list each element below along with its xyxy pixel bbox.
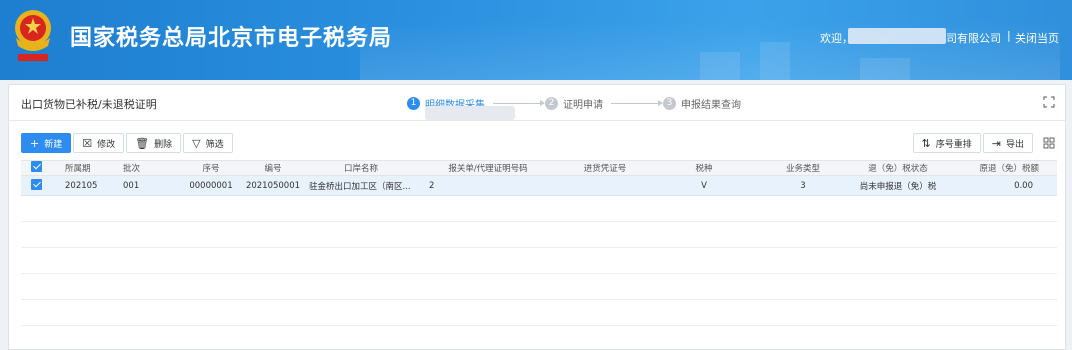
redacted-customs-number bbox=[425, 106, 515, 120]
step-connector bbox=[493, 99, 545, 106]
empty-row bbox=[21, 326, 1057, 350]
export-icon: ⇥ bbox=[991, 136, 1001, 150]
step-2-number: 2 bbox=[545, 96, 558, 110]
empty-row bbox=[21, 274, 1057, 300]
select-all-cell[interactable] bbox=[21, 161, 65, 175]
delete-button-label: 删除 bbox=[154, 139, 173, 150]
col-header-batch[interactable]: 批次 bbox=[123, 162, 179, 174]
filter-button[interactable]: ▽ 筛选 bbox=[183, 133, 233, 153]
cell-status: 尚未申报退（免）税 bbox=[859, 181, 937, 192]
export-button[interactable]: ⇥ 导出 bbox=[982, 133, 1033, 153]
company-name: 司有限公司 bbox=[946, 32, 1001, 45]
top-header: 国家税务总局北京市电子税务局 欢迎， 司有限公司 | 关闭当页 bbox=[0, 0, 1072, 80]
empty-row bbox=[21, 248, 1057, 274]
table-row[interactable]: 202105 001 00000001 2021050001 驻金桥出口加工区（… bbox=[21, 176, 1057, 196]
edit-button[interactable]: ☒ 修改 bbox=[73, 133, 125, 153]
select-all-checkbox[interactable] bbox=[31, 161, 42, 172]
trash-icon: 🗑 bbox=[135, 136, 150, 150]
delete-button[interactable]: 🗑 删除 bbox=[126, 133, 182, 153]
building-decoration bbox=[860, 58, 910, 80]
empty-row bbox=[21, 196, 1057, 222]
col-header-status[interactable]: 退（免）税状态 bbox=[851, 162, 945, 174]
col-header-customs-no[interactable]: 报关单/代理证明号码 bbox=[419, 162, 557, 174]
add-button-label: 新建 bbox=[44, 139, 63, 150]
step-2-label[interactable]: 证明申请 bbox=[563, 96, 603, 111]
building-decoration bbox=[760, 42, 790, 80]
redacted-user-name bbox=[848, 28, 946, 44]
filter-button-label: 筛选 bbox=[205, 139, 224, 150]
panel-header: 出口货物已补税/未退税证明 1 明细数据采集 2 证明申请 3 申报结果查询 bbox=[9, 85, 1065, 121]
close-page-link[interactable]: 关闭当页 bbox=[1015, 30, 1059, 46]
cell-port: 驻金桥出口加工区（南区... bbox=[309, 181, 411, 192]
site-title: 国家税务总局北京市电子税务局 bbox=[70, 26, 393, 51]
col-header-tax-type[interactable]: 税种 bbox=[653, 162, 755, 174]
filter-icon: ▽ bbox=[192, 136, 201, 150]
row-checkbox[interactable] bbox=[31, 178, 42, 190]
step-3-label[interactable]: 申报结果查询 bbox=[681, 96, 741, 111]
table-header: 所属期 批次 序号 编号 口岸名称 报关单/代理证明号码 进货凭证号 税种 业务… bbox=[21, 160, 1057, 176]
edit-button-label: 修改 bbox=[97, 139, 116, 150]
sort-icon: ⇅ bbox=[921, 136, 931, 150]
tax-emblem-icon bbox=[15, 10, 51, 61]
step-1-number: 1 bbox=[407, 96, 420, 110]
row-select-cell[interactable] bbox=[21, 178, 65, 193]
cell-period: 202105 bbox=[65, 180, 98, 191]
col-header-seq[interactable]: 序号 bbox=[179, 162, 243, 174]
toolbar-right: ⇅ 序号重排 ⇥ 导出 bbox=[912, 133, 1055, 153]
col-header-number[interactable]: 编号 bbox=[243, 162, 303, 174]
data-table: 所属期 批次 序号 编号 口岸名称 报关单/代理证明号码 进货凭证号 税种 业务… bbox=[21, 160, 1057, 350]
cell-tax-type: V bbox=[701, 180, 707, 191]
cell-number: 2021050001 bbox=[245, 180, 301, 191]
building-decoration bbox=[700, 52, 740, 80]
cell-biz-type: 3 bbox=[800, 180, 806, 191]
cell-seq: 00000001 bbox=[189, 180, 233, 191]
edit-icon: ☒ bbox=[82, 136, 93, 150]
col-header-biz-type[interactable]: 业务类型 bbox=[755, 162, 851, 174]
col-header-voucher-no[interactable]: 进货凭证号 bbox=[557, 162, 653, 174]
cell-batch: 001 bbox=[123, 180, 140, 191]
step-3-number: 3 bbox=[663, 96, 676, 110]
export-button-label: 导出 bbox=[1005, 139, 1024, 150]
toolbar: + 新建 ☒ 修改 🗑 删除 ▽ 筛选 bbox=[21, 133, 235, 153]
cell-customs-no: 2 bbox=[429, 180, 435, 191]
empty-row bbox=[21, 300, 1057, 326]
page-title: 出口货物已补税/未退税证明 bbox=[21, 98, 157, 111]
cell-amount: 0.00 bbox=[1014, 180, 1033, 191]
step-connector bbox=[611, 99, 663, 106]
col-header-period[interactable]: 所属期 bbox=[65, 162, 123, 174]
col-header-port[interactable]: 口岸名称 bbox=[303, 162, 419, 174]
reorder-button-label: 序号重排 bbox=[935, 139, 972, 150]
col-header-amount[interactable]: 原退（免）税额 bbox=[945, 162, 1039, 174]
empty-row bbox=[21, 222, 1057, 248]
header-separator: | bbox=[1007, 29, 1011, 42]
plus-icon: + bbox=[30, 136, 40, 150]
reorder-button[interactable]: ⇅ 序号重排 bbox=[912, 133, 981, 153]
column-settings-icon[interactable] bbox=[1043, 137, 1055, 149]
expand-icon[interactable] bbox=[1043, 96, 1055, 108]
main-panel: 出口货物已补税/未退税证明 1 明细数据采集 2 证明申请 3 申报结果查询 +… bbox=[8, 84, 1066, 350]
add-button[interactable]: + 新建 bbox=[21, 133, 72, 153]
